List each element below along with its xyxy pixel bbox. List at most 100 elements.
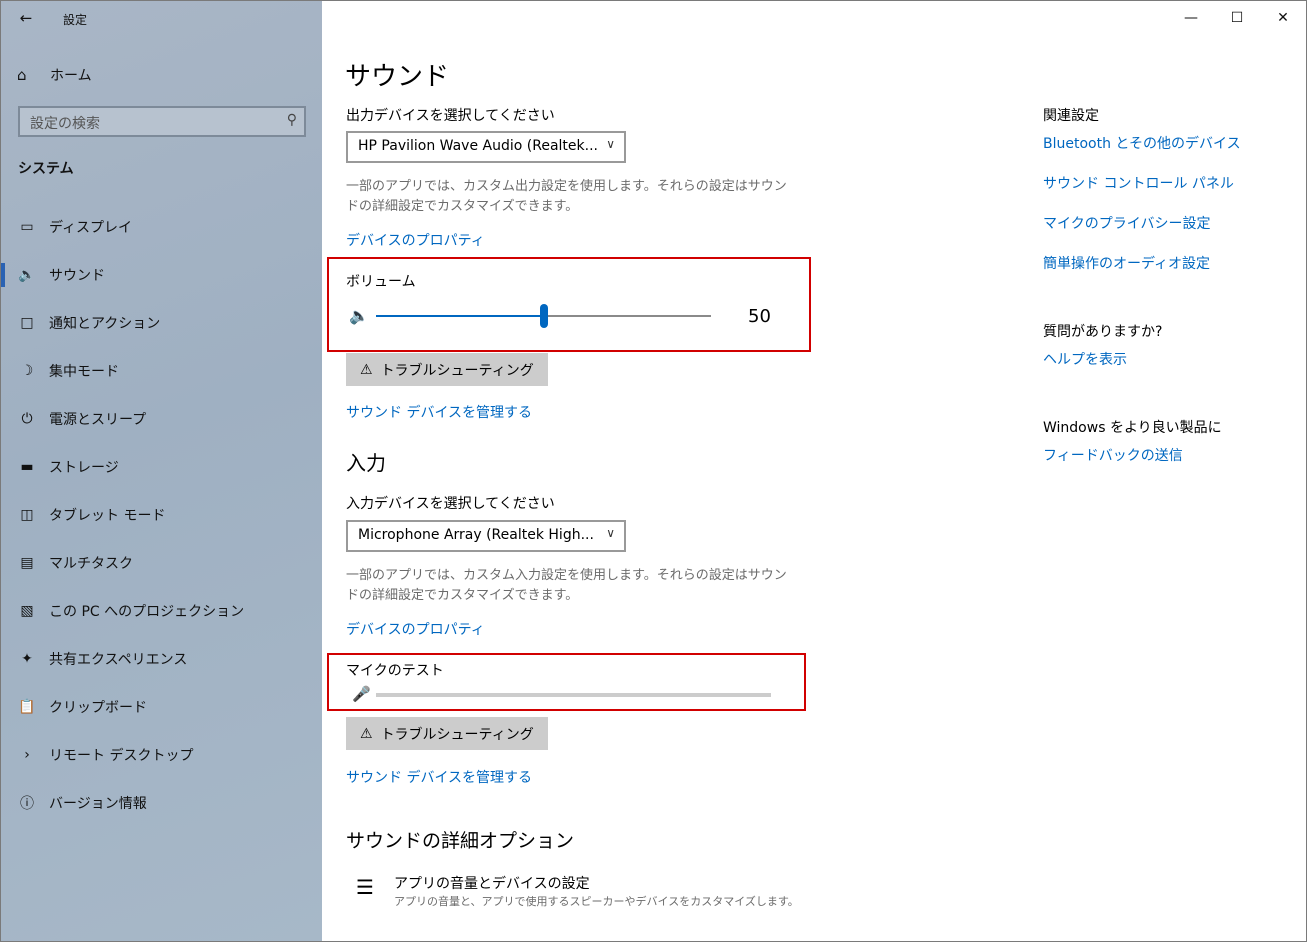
speaker-icon: 🔈 (18, 267, 36, 283)
input-troubleshoot-button[interactable]: ⚠ トラブルシューティング (346, 717, 548, 750)
sidebar-item-notifications[interactable]: □ 通知とアクション (1, 299, 322, 347)
back-arrow-icon[interactable]: ← (15, 8, 37, 28)
sidebar: ← 設定 ⌂ ホーム 設定の検索 ⚲ システム ▭ ディスプレイ 🔈 サウンド … (1, 1, 322, 941)
projection-icon: ▧ (20, 603, 34, 619)
sidebar-item-label: 共有エクスペリエンス (49, 652, 188, 668)
search-placeholder: 設定の検索 (30, 116, 100, 132)
related-link-ease-of-access-audio[interactable]: 簡単操作のオーディオ設定 (1043, 253, 1210, 273)
notification-icon: □ (20, 315, 34, 331)
tablet-icon: ◫ (20, 507, 34, 523)
sidebar-item-label: 電源とスリープ (49, 412, 147, 428)
warning-icon: ⚠ (360, 361, 373, 378)
shared-icon: ✦ (21, 651, 33, 667)
input-heading: 入力 (346, 451, 386, 475)
output-device-dropdown[interactable]: HP Pavilion Wave Audio (Realtek... ∨ (346, 131, 626, 163)
display-icon: ▭ (20, 219, 34, 235)
troubleshoot-label: トラブルシューティング (380, 362, 534, 379)
minimize-icon[interactable]: — (1168, 1, 1214, 35)
page-title: サウンド (345, 62, 450, 92)
search-icon[interactable]: ⚲ (287, 112, 297, 128)
speaker-icon[interactable]: 🔈 (349, 306, 369, 325)
output-manage-devices-link[interactable]: サウンド デバイスを管理する (346, 402, 532, 422)
window-controls: — ☐ ✕ (1168, 1, 1306, 35)
input-manage-devices-link[interactable]: サウンド デバイスを管理する (346, 767, 532, 787)
volume-slider[interactable] (376, 302, 711, 330)
sidebar-item-label: 集中モード (49, 364, 119, 380)
multitask-icon: ▤ (20, 555, 34, 571)
sidebar-item-focus[interactable]: ☽ 集中モード (1, 347, 322, 395)
input-device-dropdown[interactable]: Microphone Array (Realtek High... ∨ (346, 520, 626, 552)
home-label: ホーム (50, 68, 92, 84)
sidebar-item-storage[interactable]: ▬ ストレージ (1, 443, 322, 491)
sidebar-item-label: バージョン情報 (49, 796, 147, 812)
sidebar-item-label: タブレット モード (49, 508, 166, 524)
feedback-link[interactable]: フィードバックの送信 (1043, 445, 1183, 465)
input-device-properties-link[interactable]: デバイスのプロパティ (346, 619, 485, 639)
related-link-mic-privacy[interactable]: マイクのプライバシー設定 (1043, 213, 1210, 233)
moon-icon: ☽ (20, 363, 34, 379)
output-device-value: HP Pavilion Wave Audio (Realtek... (358, 138, 598, 154)
sidebar-item-label: マルチタスク (49, 556, 133, 572)
microphone-icon: 🎤 (352, 685, 371, 703)
chevron-down-icon: ∨ (606, 526, 615, 540)
sidebar-item-label: ストレージ (49, 460, 119, 476)
home-icon: ⌂ (17, 66, 27, 84)
maximize-icon[interactable]: ☐ (1214, 1, 1260, 35)
question-title: 質問がありますか? (1043, 324, 1163, 340)
volume-slider-thumb[interactable] (539, 304, 548, 328)
sidebar-item-tablet[interactable]: ◫ タブレット モード (1, 491, 322, 539)
sidebar-item-display[interactable]: ▭ ディスプレイ (1, 203, 322, 251)
sidebar-item-power[interactable]: ⏻ 電源とスリープ (1, 395, 322, 443)
storage-icon: ▬ (20, 459, 34, 475)
app-volume-title: アプリの音量とデバイスの設定 (394, 876, 590, 892)
sidebar-item-label: この PC へのプロジェクション (49, 604, 245, 620)
app-volume-settings-item[interactable]: ☰ アプリの音量とデバイスの設定 アプリの音量と、アプリで使用するスピーカーやデ… (346, 871, 806, 913)
sidebar-item-projection[interactable]: ▧ この PC へのプロジェクション (1, 587, 322, 635)
advanced-options-heading: サウンドの詳細オプション (346, 830, 575, 852)
mic-level-meter (376, 693, 771, 697)
clipboard-icon: 📋 (18, 699, 36, 715)
sidebar-item-multitask[interactable]: ▤ マルチタスク (1, 539, 322, 587)
related-link-sound-control-panel[interactable]: サウンド コントロール パネル (1043, 173, 1234, 193)
input-device-value: Microphone Array (Realtek High... (358, 527, 594, 543)
help-link[interactable]: ヘルプを表示 (1043, 349, 1127, 369)
volume-label: ボリューム (346, 274, 416, 290)
sidebar-item-label: クリップボード (49, 700, 147, 716)
titlebar-left: ← 設定 (1, 1, 322, 35)
volume-value: 50 (748, 306, 771, 327)
output-device-properties-link[interactable]: デバイスのプロパティ (346, 230, 485, 250)
power-icon: ⏻ (21, 411, 33, 427)
sidebar-item-label: ディスプレイ (49, 220, 133, 236)
sidebar-item-remote[interactable]: › リモート デスクトップ (1, 731, 322, 779)
info-icon: ⓘ (20, 796, 34, 812)
sidebar-item-label: 通知とアクション (49, 316, 161, 332)
troubleshoot-label: トラブルシューティング (380, 726, 534, 743)
sidebar-item-label: サウンド (49, 268, 105, 284)
chevron-down-icon: ∨ (606, 137, 615, 151)
sliders-icon: ☰ (356, 875, 374, 899)
related-link-bluetooth[interactable]: Bluetooth とその他のデバイス (1043, 133, 1241, 153)
app-volume-desc: アプリの音量と、アプリで使用するスピーカーやデバイスをカスタマイズします。 (394, 895, 799, 908)
related-settings-title: 関連設定 (1043, 108, 1099, 124)
sidebar-item-about[interactable]: ⓘ バージョン情報 (1, 779, 322, 827)
output-description: 一部のアプリでは、カスタム出力設定を使用します。それらの設定はサウンドの詳細設定… (346, 179, 787, 214)
main-content: — ☐ ✕ サウンド 出力デバイスを選択してください HP Pavilion W… (322, 1, 1306, 941)
feedback-title: Windows をより良い製品に (1043, 420, 1222, 436)
sidebar-section-title: システム (18, 161, 74, 177)
mic-test-label: マイクのテスト (346, 663, 444, 679)
output-device-label: 出力デバイスを選択してください (346, 108, 555, 124)
settings-window: ← 設定 ⌂ ホーム 設定の検索 ⚲ システム ▭ ディスプレイ 🔈 サウンド … (0, 0, 1307, 942)
warning-icon: ⚠ (360, 725, 373, 742)
home-nav[interactable]: ⌂ ホーム (17, 63, 92, 87)
sidebar-item-sound[interactable]: 🔈 サウンド (1, 251, 322, 299)
search-input[interactable]: 設定の検索 ⚲ (18, 106, 306, 137)
output-troubleshoot-button[interactable]: ⚠ トラブルシューティング (346, 353, 548, 386)
sidebar-nav: ▭ ディスプレイ 🔈 サウンド □ 通知とアクション ☽ 集中モード ⏻ 電源と… (1, 203, 322, 827)
input-description: 一部のアプリでは、カスタム入力設定を使用します。それらの設定はサウンドの詳細設定… (346, 568, 787, 603)
app-title: 設定 (63, 13, 88, 27)
close-icon[interactable]: ✕ (1260, 1, 1306, 35)
sidebar-item-clipboard[interactable]: 📋 クリップボード (1, 683, 322, 731)
volume-slider-fill (376, 315, 544, 317)
sidebar-item-shared[interactable]: ✦ 共有エクスペリエンス (1, 635, 322, 683)
sidebar-item-label: リモート デスクトップ (49, 748, 194, 764)
